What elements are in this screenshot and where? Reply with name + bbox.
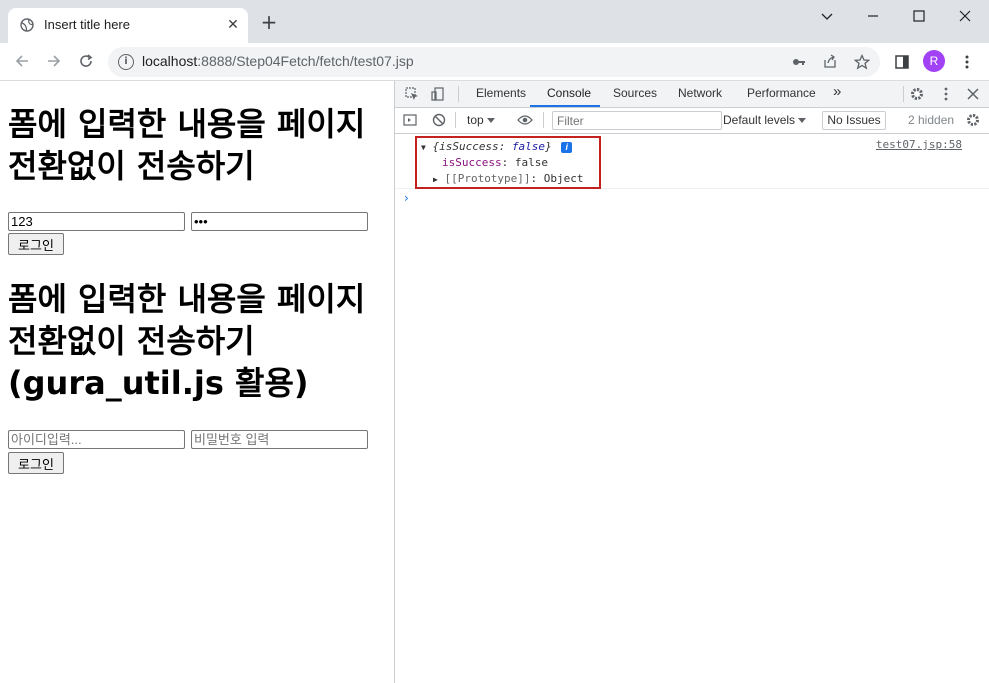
toolbar-divider: [543, 112, 544, 128]
source-link[interactable]: test07.jsp:58: [876, 138, 962, 151]
prototype-label: [[Prototype]]: [444, 172, 531, 185]
object-summary: {isSuccess: false}: [432, 140, 551, 153]
prototype-colon: :: [530, 172, 544, 185]
id-input-2[interactable]: [8, 430, 185, 449]
summary-key: isSuccess: [439, 140, 499, 153]
tab-console[interactable]: Console: [547, 86, 591, 100]
menu-icon[interactable]: [956, 51, 978, 73]
issues-button[interactable]: No Issues: [822, 111, 886, 130]
prototype-row[interactable]: ▶ [[Prototype]]: Object: [433, 172, 584, 185]
context-label: top: [467, 113, 484, 127]
share-icon[interactable]: [820, 52, 840, 72]
browser-tab[interactable]: Insert title here ✕: [8, 8, 248, 43]
new-tab-button[interactable]: +: [258, 12, 280, 32]
browser-tab-strip: Insert title here ✕ +: [0, 0, 989, 43]
page-heading-2: 폼에 입력한 내용을 페이지 전환없이 전송하기(gura_util.js 활용…: [8, 280, 366, 402]
globe-icon: [20, 18, 34, 32]
chevron-down-icon[interactable]: [804, 5, 850, 27]
toolbar-divider: [455, 112, 456, 128]
eye-icon[interactable]: [516, 111, 534, 129]
summary-colon: :: [498, 140, 512, 153]
minimize-icon[interactable]: [850, 5, 896, 27]
log-levels-label: Default levels: [723, 113, 796, 127]
tab-title: Insert title here: [44, 17, 130, 32]
property-key: isSuccess: [442, 156, 502, 169]
avatar[interactable]: R: [923, 50, 945, 72]
console-toolbar: top Default levels No Issues 2 hidden: [395, 108, 989, 134]
clear-console-icon[interactable]: [430, 111, 448, 129]
toolbar-divider: [903, 86, 904, 102]
tab-elements[interactable]: Elements: [476, 86, 526, 100]
console-prompt-icon[interactable]: ›: [404, 191, 409, 205]
console-filter-input[interactable]: [552, 111, 722, 130]
close-devtools-icon[interactable]: [964, 85, 982, 103]
more-options-icon[interactable]: [937, 85, 955, 103]
tab-performance[interactable]: Performance: [747, 86, 816, 100]
log-levels-dropdown[interactable]: Default levels: [723, 113, 807, 127]
device-toolbar-icon[interactable]: [429, 85, 447, 103]
context-selector[interactable]: top: [467, 113, 496, 127]
object-summary-row[interactable]: ▼ {isSuccess: false} i: [421, 140, 573, 153]
tab-network[interactable]: Network: [678, 86, 722, 100]
url-host: localhost: [142, 53, 198, 69]
tab-sources[interactable]: Sources: [613, 86, 657, 100]
devtools-tab-bar: Elements Console Sources Network Perform…: [395, 81, 989, 108]
forward-icon[interactable]: [42, 49, 66, 73]
url-text: localhost:8888/Step04Fetch/fetch/test07.…: [142, 53, 414, 69]
console-log-entry: ▼ {isSuccess: false} i isSuccess: false …: [395, 134, 989, 189]
settings-gear-icon[interactable]: [908, 85, 926, 103]
password-input-2[interactable]: [191, 430, 368, 449]
property-value: false: [514, 156, 548, 169]
devtools-panel: Elements Console Sources Network Perform…: [394, 81, 989, 683]
prototype-value: Object: [543, 172, 584, 185]
maximize-icon[interactable]: [896, 5, 942, 27]
collapse-triangle-icon[interactable]: ▶: [433, 175, 438, 184]
page-content: 폼에 입력한 내용을 페이지 전환없이 전송하기 로그인 폼에 입력한 내용을 …: [0, 81, 394, 683]
more-tabs-icon[interactable]: »: [833, 83, 841, 100]
summary-value: false: [511, 140, 546, 153]
url-path: :8888/Step04Fetch/fetch/test07.jsp: [197, 53, 414, 69]
summary-close-brace: }: [545, 140, 552, 153]
expand-triangle-icon[interactable]: ▼: [421, 143, 426, 152]
info-badge-icon[interactable]: i: [561, 142, 573, 153]
login-button-1[interactable]: 로그인: [8, 233, 64, 255]
back-icon[interactable]: [10, 49, 34, 73]
property-colon: :: [501, 156, 515, 169]
browser-toolbar: i localhost:8888/Step04Fetch/fetch/test0…: [0, 43, 989, 81]
console-settings-gear-icon[interactable]: [964, 111, 982, 129]
address-bar[interactable]: i localhost:8888/Step04Fetch/fetch/test0…: [108, 47, 880, 77]
key-icon[interactable]: [789, 52, 809, 72]
tab-close-icon[interactable]: ✕: [224, 16, 242, 34]
property-row: isSuccess: false: [442, 156, 548, 169]
toolbar-divider: [458, 86, 459, 102]
inspect-element-icon[interactable]: [403, 85, 421, 103]
id-input-1[interactable]: [8, 212, 185, 231]
reload-icon[interactable]: [74, 49, 98, 73]
active-tab-indicator: [530, 105, 600, 107]
window-close-icon[interactable]: [942, 5, 988, 27]
password-input-1[interactable]: [191, 212, 368, 231]
hidden-count: 2 hidden: [908, 113, 955, 127]
sidebar-toggle-icon[interactable]: [401, 111, 419, 129]
info-icon[interactable]: i: [118, 54, 134, 70]
page-heading-1: 폼에 입력한 내용을 페이지 전환없이 전송하기: [8, 105, 366, 185]
side-panel-icon[interactable]: [891, 51, 913, 73]
console-output: ▼ {isSuccess: false} i isSuccess: false …: [395, 134, 989, 683]
star-icon[interactable]: [852, 52, 872, 72]
login-button-2[interactable]: 로그인: [8, 452, 64, 474]
